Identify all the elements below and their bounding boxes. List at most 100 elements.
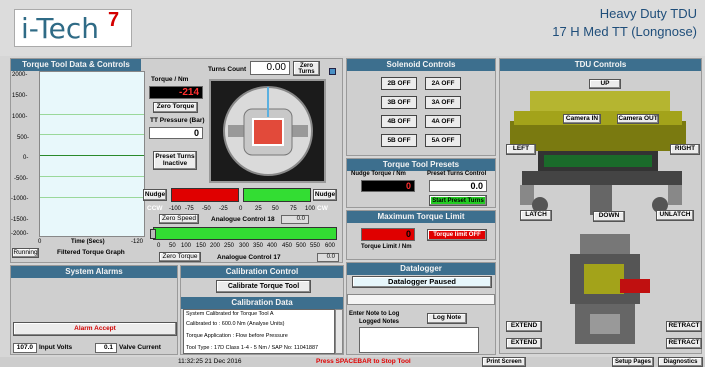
nudge-cw-button[interactable]: Nudge [313, 189, 337, 201]
log-note-button[interactable]: Log Note [427, 313, 467, 324]
datalogger-panel: Datalogger Datalogger Paused Enter Note … [346, 262, 496, 355]
speed-tick: 100 [305, 206, 316, 212]
solenoid-2b-button[interactable]: 2B OFF [381, 77, 417, 90]
logo-superscript: 7 [108, 9, 120, 31]
torque-tick: 350 [253, 243, 264, 249]
torque-tick: 300 [239, 243, 250, 249]
nudge-ccw-button[interactable]: Nudge [143, 189, 167, 201]
speed-tick: -25 [219, 206, 228, 212]
graph-line-m1000 [40, 197, 144, 198]
calibrate-button[interactable]: Calibrate Torque Tool [216, 280, 311, 293]
input-volts-label: Input Volts [39, 344, 73, 351]
torque-tick: 250 [224, 243, 235, 249]
calibration-data-box[interactable]: System Calibrated for Torque Tool A Cali… [183, 309, 335, 354]
calibration-data-title: Calibration Data [181, 297, 343, 309]
preset-turns-indicator: Preset Turns Inactive [153, 151, 197, 170]
solenoid-3b-button[interactable]: 3B OFF [381, 96, 417, 109]
zero-torque-limit-button[interactable]: Zero Torque [159, 252, 201, 262]
presets-title: Torque Tool Presets [347, 159, 495, 171]
alarm-accept-button[interactable]: Alarm Accept [13, 322, 177, 336]
turns-indicator-icon [329, 68, 336, 75]
torque-tick: 100 [181, 243, 192, 249]
torque-tick: 600 [325, 243, 336, 249]
turns-count-value: 0.00 [250, 61, 290, 75]
retract-button-1[interactable]: RETRACT [666, 321, 702, 332]
y-tick: -2000- [11, 231, 29, 237]
nudge-torque-value[interactable]: 0 [361, 180, 415, 192]
solenoid-title: Solenoid Controls [347, 59, 495, 71]
torque-tick: 500 [296, 243, 307, 249]
max-torque-panel: Maximum Torque Limit 0 Torque Limit / Nm… [346, 210, 496, 260]
max-torque-value[interactable]: 0 [361, 228, 415, 241]
analogue18-label: Analogue Control 18 [211, 216, 275, 223]
stop-tool-message: Press SPACEBAR to Stop Tool [316, 358, 411, 365]
camera-in-button[interactable]: Camera IN [563, 114, 601, 124]
note-input[interactable] [347, 294, 495, 305]
zero-speed-button[interactable]: Zero Speed [159, 214, 199, 224]
x-axis-label: Time (Secs) [71, 239, 105, 245]
graph-line-500 [40, 134, 144, 135]
speed-tick: -50 [202, 206, 211, 212]
extend-button-2[interactable]: EXTEND [506, 338, 542, 349]
slider-thumb[interactable] [150, 229, 156, 239]
preset-turns-value[interactable]: 0.0 [429, 180, 487, 192]
extend-button-1[interactable]: EXTEND [506, 321, 542, 332]
solenoid-3a-button[interactable]: 3A OFF [425, 96, 461, 109]
solenoid-5a-button[interactable]: 5A OFF [425, 134, 461, 147]
tdu-down-button[interactable]: DOWN [593, 211, 625, 222]
diagnostics-button[interactable]: Diagnostics [658, 357, 703, 367]
setup-pages-button[interactable]: Setup Pages [612, 357, 654, 367]
torque-limit-label: Torque Limit / Nm [361, 244, 412, 250]
datalogger-status[interactable]: Datalogger Paused [352, 276, 492, 288]
tdu-left-button[interactable]: LEFT [506, 144, 536, 155]
zero-turns-button[interactable]: Zero Turns [293, 61, 320, 76]
latch-button[interactable]: LATCH [520, 210, 552, 221]
torque-label: Torque / Nm [151, 76, 189, 83]
ccw-bar [171, 188, 239, 202]
torque-limit-toggle[interactable]: Torque limit OFF [427, 229, 487, 241]
logged-notes-label: Logged Notes [359, 319, 399, 325]
note-label: Enter Note to Log [349, 311, 400, 317]
start-preset-turns-button[interactable]: Start Preset Turns [429, 195, 487, 206]
torque-slider[interactable] [150, 227, 337, 240]
tdu-right-button[interactable]: RIGHT [670, 144, 700, 155]
logged-notes-box[interactable] [359, 327, 479, 353]
presets-panel: Torque Tool Presets Nudge Torque / Nm 0 … [346, 158, 496, 208]
solenoid-4a-button[interactable]: 4A OFF [425, 115, 461, 128]
cw-label: CW [317, 205, 328, 212]
y-tick: 1000- [12, 114, 28, 120]
torque-tick: 550 [310, 243, 321, 249]
valve-current-value: 0.1 [95, 343, 117, 353]
preset-turns-label: Preset Turns Control [427, 171, 487, 177]
tt-pressure-value: 0 [149, 127, 203, 139]
analogue17-label: Analogue Control 17 [217, 254, 281, 261]
turns-count-label: Turns Count [208, 66, 247, 73]
tdu-arm-image [550, 229, 660, 349]
header-title-1: Heavy Duty TDU [599, 6, 697, 21]
solenoid-2a-button[interactable]: 2A OFF [425, 77, 461, 90]
y-tick: 2000- [12, 72, 28, 78]
solenoid-panel: Solenoid Controls 2B OFF 2A OFF 3B OFF 3… [346, 58, 496, 156]
y-tick: -500- [14, 176, 29, 182]
torque-tick: 400 [267, 243, 278, 249]
tdu-up-button[interactable]: UP [589, 79, 621, 89]
calibration-line: Torque Application : Flow before Pressur… [186, 333, 288, 339]
zero-torque-button[interactable]: Zero Torque [153, 102, 198, 113]
calibration-line: Tool Type : 17D Class 1-4 - 5 Nm / SAP N… [186, 345, 319, 351]
solenoid-5b-button[interactable]: 5B OFF [381, 134, 417, 147]
camera-out-button[interactable]: Camera OUT [617, 114, 659, 124]
print-screen-button[interactable]: Print Screen [482, 357, 526, 367]
retract-button-2[interactable]: RETRACT [666, 338, 702, 349]
tdu-title: TDU Controls [500, 59, 701, 71]
solenoid-4b-button[interactable]: 4B OFF [381, 115, 417, 128]
torque-tool-panel: Torque Tool Data & Controls 2000- 1500- … [10, 58, 343, 263]
x-tick: 0 [38, 239, 42, 245]
header-title-2: 17 H Med TT (Longnose) [552, 24, 697, 39]
analogue17-value: 0.0 [317, 253, 339, 262]
torque-tick: 0 [157, 243, 161, 249]
calibration-scrollbar[interactable] [335, 309, 343, 354]
torque-graph [39, 71, 145, 237]
speed-tick: 0 [239, 206, 243, 212]
y-tick: -1000- [11, 196, 29, 202]
unlatch-button[interactable]: UNLATCH [656, 210, 694, 221]
